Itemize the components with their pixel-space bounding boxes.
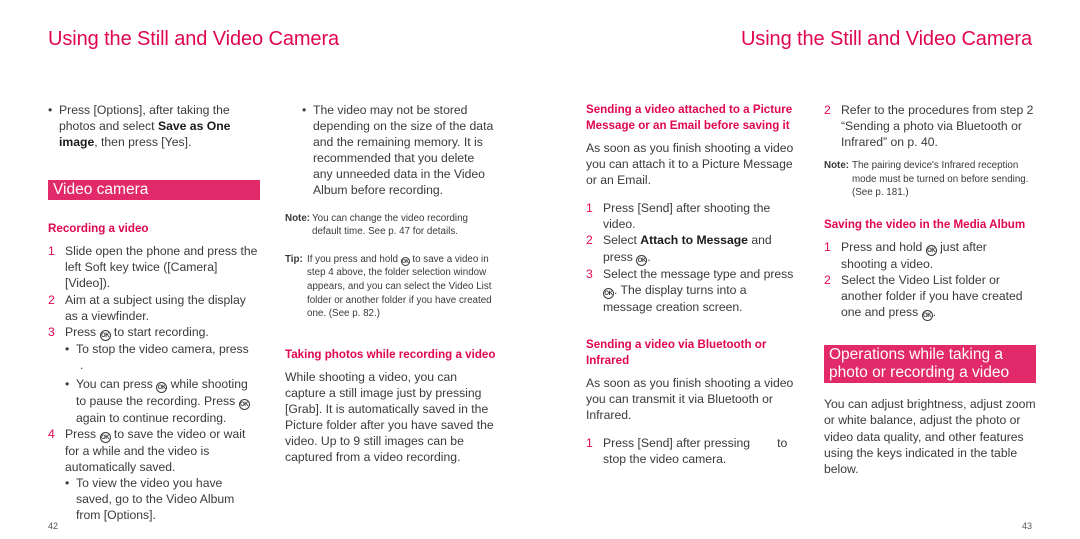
stop-video-bullet: To stop the video camera, press. — [48, 341, 260, 373]
ok-key-icon: OK — [921, 310, 933, 322]
taking-photos-paragraph: While shooting a video, you can capture … — [285, 369, 494, 465]
taking-photos-heading: Taking photos while recording a video — [285, 347, 496, 361]
ok-key-icon: OK — [99, 329, 111, 341]
recording-step-2: 2 Aim at a subject using the display as a… — [48, 292, 246, 323]
ok-key-icon: OK — [925, 245, 937, 257]
left-page-number: 42 — [48, 521, 59, 531]
view-video-bullet: To view the video you have saved, go to … — [48, 475, 260, 523]
right-page-number: 43 — [1021, 521, 1032, 531]
sending-bluetooth-heading: Sending a video via Bluetooth or Infrare… — [586, 337, 767, 367]
operations-paragraph: You can adjust brightness, adjust zoom o… — [824, 397, 1036, 476]
left-column-1: Press [Options], after taking the photos… — [48, 102, 260, 524]
attach-step-2: 2 Select Attach to Message and press OK. — [586, 233, 772, 266]
right-page-title: Using the Still and Video Camera — [740, 28, 1032, 50]
right-column-1: Sending a video attached to a Picture Me… — [586, 102, 798, 467]
recording-step-1: 1 Slide open the phone and press the left… — [48, 244, 258, 291]
saving-step-2: 2 Select the Video List folder or another… — [824, 273, 1023, 322]
attach-step-3: 3 Select the message type and press OK. T… — [586, 266, 794, 314]
pause-recording-bullet: You can press OK while shooting to pause… — [48, 376, 260, 426]
note-recording-time: Note: You can change the video recording… — [285, 212, 468, 238]
ok-key-icon: OK — [636, 254, 648, 266]
ok-key-icon: OK — [99, 432, 111, 444]
ok-key-icon: OK — [238, 398, 250, 410]
right-column-2: 2 Refer to the procedures from step 2 “Se… — [824, 102, 1036, 477]
recording-step-3: 3 Press OK to start recording. — [48, 324, 209, 341]
video-camera-section-band: Video camera — [48, 180, 260, 201]
sending-attached-paragraph: As soon as you finish shooting a video y… — [586, 141, 794, 188]
left-page-title: Using the Still and Video Camera — [48, 28, 340, 50]
left-column-2: The video may not be stored depending on… — [285, 102, 497, 465]
memory-bullet: The video may not be stored depending on… — [285, 102, 497, 199]
sending-bluetooth-paragraph: As soon as you finish shooting a video y… — [586, 375, 794, 422]
operations-section-band: Operations while taking a photo or recor… — [824, 345, 1036, 384]
intro-bullet: Press [Options], after taking the photos… — [48, 102, 260, 150]
bluetooth-step-1: 1 Press [Send] after pressing to stop the… — [586, 436, 791, 467]
tip-folder-selection: Tip: If you press and hold OK to save a … — [285, 253, 492, 320]
ok-key-icon: OK — [156, 381, 168, 393]
note-infrared: Note: The pairing device's Infrared rece… — [824, 160, 1029, 199]
attach-step-1: 1 Press [Send] after shooting the video. — [586, 201, 771, 232]
saving-step-1: 1 Press and hold OK just after shooting a… — [824, 240, 987, 272]
ok-key-icon: OK — [400, 256, 410, 266]
ok-key-icon: OK — [603, 287, 614, 299]
saving-media-album-heading: Saving the video in the Media Album — [824, 218, 1026, 232]
recording-heading: Recording a video — [48, 222, 149, 236]
bluetooth-step-2: 2 Refer to the procedures from step 2 “Se… — [824, 103, 1034, 150]
sending-attached-heading: Sending a video attached to a Picture Me… — [586, 103, 793, 132]
recording-step-4: 4 Press OK to save the video or wait for … — [48, 427, 246, 475]
